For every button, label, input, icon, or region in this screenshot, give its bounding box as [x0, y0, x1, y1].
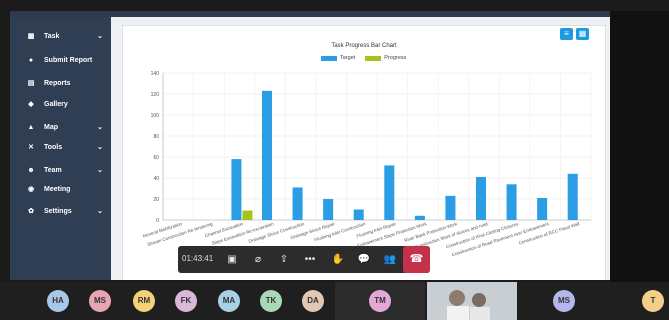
call-timer: 01:43:41: [182, 254, 214, 263]
sidebar-item-label: Map: [44, 123, 58, 131]
bar-target: [262, 90, 272, 220]
task-icon: ▦: [27, 33, 35, 40]
sidebar-item-label: Tools: [44, 143, 63, 151]
bar-target: [537, 197, 548, 220]
y-tick-label: 20: [153, 197, 159, 203]
y-tick-label: 100: [151, 113, 160, 119]
shared-screen: ▦ Task ⌄ ● Submit Report ▤ Reports ◆ Gallery ▲ Map…: [10, 11, 610, 280]
chevron-down-icon: ⌄: [97, 124, 103, 131]
bar-target: [353, 209, 364, 220]
sidebar-item-label: Meeting: [44, 185, 71, 193]
participant-avatar[interactable]: RM: [133, 290, 155, 312]
hang-up-button[interactable]: ☎: [403, 246, 430, 273]
sidebar-item-tools[interactable]: ✕ Tools ⌄: [10, 138, 111, 156]
settings-icon: ✿: [28, 208, 34, 215]
bar-target: [414, 215, 425, 220]
meeting-icon: ◉: [27, 186, 35, 193]
main-content: ≡ ▦ Task Progress Bar Chart Target Progr…: [111, 17, 610, 280]
submit-icon: ●: [28, 56, 34, 64]
sidebar-item-label: Gallery: [44, 100, 68, 108]
call-control-bar: 01:43:41 ▣ ⌀ ⇪ ••• ✋ 💬 👥 ☎: [178, 246, 430, 273]
y-tick-label: 40: [153, 176, 159, 182]
chart-card: ≡ ▦ Task Progress Bar Chart Target Progr…: [122, 25, 606, 280]
raise-hand-icon[interactable]: ✋: [328, 250, 348, 270]
participant-avatar[interactable]: HA: [47, 290, 69, 312]
sidebar-item-map[interactable]: ▲ Map ⌄: [10, 118, 111, 136]
y-tick-label: 140: [151, 71, 160, 77]
sidebar-item-reports[interactable]: ▤ Reports: [10, 74, 111, 92]
participant-avatar[interactable]: MS: [89, 290, 111, 312]
sidebar-item-label: Task: [44, 32, 60, 40]
sidebar-item-meeting[interactable]: ◉ Meeting: [10, 180, 111, 198]
bar-target: [445, 195, 456, 220]
y-tick-label: 80: [153, 134, 159, 140]
sidebar-item-label: Submit Report: [44, 56, 93, 64]
team-icon: ☻: [27, 166, 35, 174]
people-icon[interactable]: 👥: [380, 250, 400, 270]
video-feed-icon: [427, 282, 517, 320]
bar-target: [567, 173, 578, 220]
participant-avatar[interactable]: FK: [175, 290, 197, 312]
sidebar-item-settings[interactable]: ✿ Settings ⌄: [10, 202, 111, 220]
chevron-down-icon: ⌄: [97, 167, 103, 174]
sidebar-item-task[interactable]: ▦ Task ⌄: [10, 27, 111, 45]
y-tick-label: 120: [151, 92, 160, 98]
sidebar-item-label: Reports: [44, 79, 71, 87]
bar-target: [323, 199, 334, 220]
chat-icon[interactable]: 💬: [354, 250, 374, 270]
participant-video-tile[interactable]: [427, 282, 517, 320]
participant-avatar[interactable]: MS: [553, 290, 575, 312]
sidebar-item-label: Settings: [44, 207, 72, 215]
reports-icon: ▤: [27, 80, 35, 87]
participant-avatar[interactable]: TK: [260, 290, 282, 312]
sidebar: ▦ Task ⌄ ● Submit Report ▤ Reports ◆ Gallery ▲ Map…: [10, 17, 111, 280]
tools-icon: ✕: [28, 144, 34, 151]
sidebar-item-label: Team: [44, 166, 62, 174]
sidebar-item-team[interactable]: ☻ Team ⌄: [10, 161, 111, 179]
bar-chart: 020406080100120140General MobilizationSt…: [142, 71, 592, 257]
bar-target: [476, 176, 486, 220]
sidebar-item-gallery[interactable]: ◆ Gallery: [10, 95, 111, 113]
chevron-down-icon: ⌄: [97, 33, 103, 40]
participant-avatar[interactable]: T: [642, 290, 664, 312]
bar-progress: [242, 210, 253, 220]
camera-off-icon[interactable]: ▣: [222, 250, 242, 270]
bar-target: [384, 165, 395, 220]
gallery-icon: ◆: [28, 101, 34, 108]
participant-avatar[interactable]: DA: [302, 290, 324, 312]
bar-target: [506, 184, 517, 220]
participant-avatar[interactable]: MA: [218, 290, 240, 312]
participant-strip: HA MS RM FK MA TK DA TM MS T: [0, 282, 669, 320]
map-icon: ▲: [27, 123, 35, 131]
bar-target: [231, 159, 242, 220]
mic-off-icon[interactable]: ⌀: [248, 250, 268, 270]
chevron-down-icon: ⌄: [97, 144, 103, 151]
sidebar-item-submit-report[interactable]: ● Submit Report: [10, 51, 111, 69]
chevron-down-icon: ⌄: [97, 208, 103, 215]
y-tick-label: 0: [156, 218, 159, 224]
share-icon[interactable]: ⇪: [274, 250, 294, 270]
more-icon[interactable]: •••: [300, 250, 320, 270]
right-panel: [610, 11, 669, 282]
participant-avatar[interactable]: TM: [369, 290, 391, 312]
y-tick-label: 60: [153, 155, 159, 161]
bar-target: [292, 187, 303, 220]
